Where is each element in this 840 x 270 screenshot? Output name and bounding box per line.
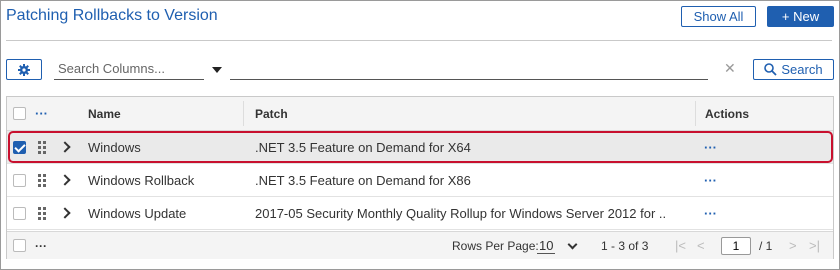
row-patch: .NET 3.5 Feature on Demand for X86: [255, 172, 471, 188]
search-text-field[interactable]: [230, 59, 708, 80]
row-actions-menu-icon[interactable]: ···: [704, 164, 717, 196]
row-actions-menu-icon[interactable]: ···: [704, 131, 717, 163]
row-name: Windows Rollback: [88, 172, 195, 188]
search-columns-input[interactable]: [54, 59, 204, 78]
drag-handle-icon[interactable]: [38, 197, 46, 229]
show-all-button[interactable]: Show All: [681, 6, 756, 27]
row-checkbox[interactable]: [13, 131, 26, 163]
page-title: Patching Rollbacks to Version: [6, 7, 218, 24]
column-header-name[interactable]: Name: [88, 97, 121, 130]
header-menu-icon[interactable]: ···: [35, 97, 48, 130]
select-all-checkbox[interactable]: [13, 97, 26, 130]
chevron-down-icon[interactable]: [212, 67, 222, 73]
drag-handle-icon[interactable]: [38, 131, 46, 163]
drag-handle-icon[interactable]: [38, 164, 46, 196]
search-button[interactable]: Search: [753, 59, 834, 80]
column-header-actions: Actions: [705, 106, 750, 121]
rows-per-page-select[interactable]: 10: [537, 232, 579, 259]
search-columns-field[interactable]: [54, 59, 204, 80]
column-settings-button[interactable]: [6, 59, 42, 80]
rows-per-page-label: Rows Per Page:: [452, 238, 539, 253]
search-button-label: Search: [781, 62, 823, 77]
expand-chevron-icon[interactable]: [59, 131, 71, 163]
first-page-icon[interactable]: |<: [675, 232, 686, 259]
page-number-field[interactable]: [721, 232, 751, 259]
table-row[interactable]: Windows .NET 3.5 Feature on Demand for X…: [7, 131, 833, 164]
table-row[interactable]: Windows Update 2017-05 Security Monthly …: [7, 197, 833, 230]
previous-page-icon[interactable]: <: [697, 232, 705, 259]
search-icon: [764, 63, 778, 76]
table-row[interactable]: Windows Rollback .NET 3.5 Feature on Dem…: [7, 164, 833, 197]
expand-chevron-icon[interactable]: [59, 164, 71, 196]
row-actions-menu-icon[interactable]: ···: [704, 197, 717, 229]
row-patch: .NET 3.5 Feature on Demand for X64: [255, 139, 471, 155]
row-name: Windows Update: [88, 205, 187, 221]
page-number-input[interactable]: [721, 236, 751, 255]
footer-select-checkbox[interactable]: [13, 232, 26, 259]
new-button[interactable]: + New: [767, 6, 834, 27]
column-divider: [695, 101, 696, 126]
gear-icon: [18, 63, 30, 76]
grid-header: ··· Name Patch Actions: [7, 97, 833, 131]
last-page-icon[interactable]: >|: [809, 232, 820, 259]
header-divider: [6, 40, 832, 41]
page-total: / 1: [759, 238, 773, 253]
column-header-patch[interactable]: Patch: [255, 97, 288, 130]
data-grid: ··· Name Patch Actions Windows .NET 3.5 …: [6, 96, 834, 259]
row-checkbox[interactable]: [13, 197, 26, 229]
row-checkbox[interactable]: [13, 164, 26, 196]
row-name: Windows: [88, 139, 141, 155]
chevron-down-icon: [568, 239, 578, 249]
column-divider: [243, 101, 244, 126]
page-range: 1 - 3 of 3: [601, 238, 649, 253]
rows-per-page-value: 10: [537, 237, 556, 254]
expand-chevron-icon[interactable]: [59, 197, 71, 229]
next-page-icon[interactable]: >: [789, 232, 797, 259]
row-patch: 2017-05 Security Monthly Quality Rollup …: [255, 205, 667, 221]
grid-footer: ··· Rows Per Page: 10 1 - 3 of 3 |< < / …: [7, 231, 833, 259]
close-icon[interactable]: ✕: [724, 60, 736, 77]
footer-menu-icon[interactable]: ···: [35, 232, 47, 259]
